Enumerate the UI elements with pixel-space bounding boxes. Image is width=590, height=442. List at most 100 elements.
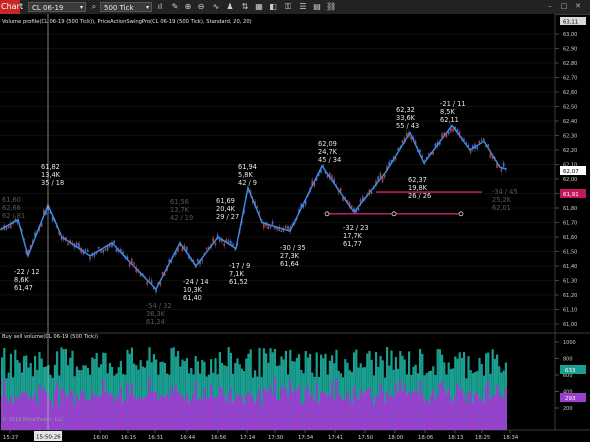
volume-bar-sell — [172, 392, 175, 430]
candle-body — [351, 205, 353, 208]
volume-bar-sell — [449, 398, 452, 430]
volume-bar-sell — [201, 399, 204, 430]
chart-tab[interactable]: Chart — [0, 0, 23, 14]
price-tick-label: 63,00 — [563, 32, 577, 38]
volume-bar-sell — [300, 403, 303, 430]
swing-label-line: -22 / 12 — [14, 268, 40, 276]
properties-icon[interactable]: ▦ — [254, 2, 264, 12]
volume-bar-sell — [394, 382, 397, 430]
templates-icon[interactable]: ☰ — [298, 2, 308, 12]
instrument-selector[interactable]: CL 06-19 ▾ — [28, 2, 86, 12]
swing-label-line: 62,09 — [318, 140, 337, 148]
candle-body — [397, 148, 399, 151]
swing-label-line: 33,6K — [396, 114, 416, 122]
instrument-label: CL 06-19 — [32, 4, 64, 12]
lock-icon[interactable]: ⚿ — [283, 2, 293, 12]
volume-bar-sell — [100, 395, 103, 430]
candle-body — [181, 248, 184, 252]
candle-body — [480, 139, 483, 141]
volume-bar-sell — [82, 391, 85, 430]
current-price-label: 62,07 — [563, 169, 579, 175]
chart-canvas[interactable]: 63,00 62,90 62,80 62,70 62,60 62,50 62,40 62,30… — [0, 14, 590, 442]
volume-bar-sell — [421, 393, 424, 430]
volume-buy-value: 633 — [565, 368, 576, 374]
interval-selector[interactable]: 500 Tick ▾ — [100, 2, 152, 12]
indicators-icon[interactable]: ∿ — [211, 2, 221, 12]
volume-bar-sell — [20, 392, 23, 430]
swing-label-line: -24 / 14 — [183, 278, 209, 286]
maximize-icon[interactable]: □ — [560, 2, 568, 11]
volume-bar-sell — [135, 400, 138, 430]
volume-tick-label: 800 — [563, 357, 573, 363]
volume-bar-sell — [243, 404, 246, 430]
volume-bar-sell — [146, 394, 149, 430]
volume-bar-sell — [212, 396, 215, 430]
swing-label-line: 35 / 18 — [41, 179, 64, 187]
volume-bar-sell — [386, 390, 389, 430]
volume-bar-sell — [84, 398, 87, 430]
swing-label-line: 8,5K — [440, 108, 455, 116]
chart-trader-icon[interactable]: ⇅ — [240, 2, 250, 12]
volume-bar-sell — [348, 397, 351, 430]
volume-bar-sell — [377, 395, 380, 430]
zone-anchor[interactable] — [324, 211, 330, 217]
volume-bar-sell — [27, 398, 30, 430]
volume-bar-sell — [427, 403, 430, 430]
volume-bar-sell — [1, 397, 4, 430]
swing-label-line: 55 / 43 — [396, 122, 419, 130]
close-icon[interactable]: ✕ — [574, 2, 582, 11]
candle-body — [128, 263, 131, 267]
candle-body — [98, 246, 100, 249]
swing-label-line: 62 / 81 — [2, 212, 25, 220]
zone-anchor[interactable] — [391, 211, 397, 217]
volume-tick-label: 200 — [563, 406, 573, 412]
volume-panel-header: Buy sell volume(CL 06-19 (500 Tick)) — [2, 334, 98, 340]
zone-anchor[interactable] — [458, 211, 464, 217]
volume-bar-sell — [104, 390, 107, 430]
draw-tools-icon[interactable]: ✎ — [170, 2, 180, 12]
price-tick-label: 62,80 — [563, 61, 577, 67]
volume-bar-sell — [401, 390, 404, 430]
volume-bar-sell — [159, 394, 162, 430]
tile-icon[interactable]: ◧ — [268, 2, 278, 12]
volume-sell-value: 293 — [565, 396, 576, 402]
data-box-icon[interactable]: ▤ — [312, 2, 322, 12]
volume-bar-sell — [419, 380, 422, 430]
minimize-icon[interactable]: – — [546, 2, 554, 11]
price-axis: 63,00 62,90 62,80 62,70 62,60 62,50 62,40 62,30… — [555, 32, 577, 328]
volume-bar-sell — [194, 381, 197, 430]
copyright-text: © 2019 NinjaTrader, LLC — [2, 416, 64, 423]
price-tick-label: 62,30 — [563, 134, 577, 140]
price-grid — [0, 33, 555, 325]
candle-body — [76, 242, 78, 246]
bar-type-icon[interactable]: ıl — [155, 2, 165, 12]
window-linking-icon[interactable]: ⛓ — [326, 2, 336, 12]
swing-label-line: 62,01 — [492, 204, 511, 212]
volume-bar-sell — [232, 402, 235, 430]
swing-label-line: 61,94 — [238, 163, 257, 171]
time-tick-label: 18:34 — [503, 435, 519, 441]
zoom-out-icon[interactable]: ⊖ — [196, 2, 206, 12]
swing-label-line: 61,69 — [216, 197, 235, 205]
price-panel[interactable] — [0, 14, 555, 332]
volume-bar-sell — [249, 394, 252, 430]
volume-bar-sell — [284, 388, 287, 430]
volume-bar-sell — [383, 402, 386, 430]
swing-label-line: 42 / 9 — [238, 179, 257, 187]
candle-body — [201, 260, 203, 262]
volume-bar-sell — [370, 398, 373, 430]
candle-body — [500, 168, 503, 172]
search-icon[interactable]: ⌕ — [89, 2, 99, 12]
candle-body — [276, 228, 278, 230]
strategies-icon[interactable]: ♟ — [225, 2, 235, 12]
volume-bar-sell — [309, 395, 312, 430]
volume-bar-sell — [344, 398, 347, 430]
zoom-in-icon[interactable]: ⊕ — [183, 2, 193, 12]
volume-bar-sell — [245, 395, 248, 430]
volume-bar-sell — [47, 396, 50, 430]
volume-bar-sell — [190, 399, 193, 430]
volume-bar-sell — [485, 386, 488, 430]
volume-bar-sell — [161, 396, 164, 430]
volume-bar-sell — [489, 399, 492, 430]
volume-bar-sell — [408, 391, 411, 430]
